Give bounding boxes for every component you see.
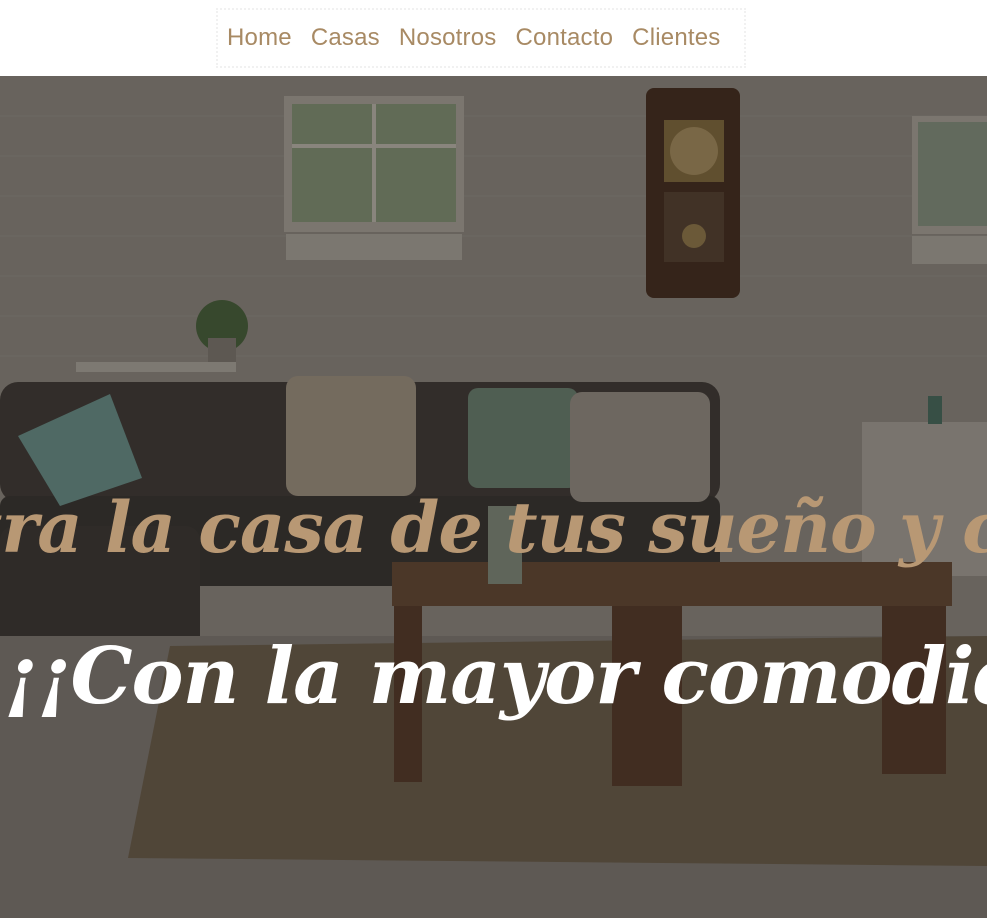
main-nav: Home Casas Nosotros Contacto Clientes bbox=[216, 8, 746, 68]
hero-banner: tra la casa de tus sueño y co ¡¡Con la m… bbox=[0, 76, 987, 918]
nav-clientes-link[interactable]: Clientes bbox=[632, 24, 720, 52]
hero-headline: tra la casa de tus sueño y co bbox=[0, 486, 987, 569]
top-bar: Home Casas Nosotros Contacto Clientes bbox=[0, 0, 987, 76]
nav-nosotros-link[interactable]: Nosotros bbox=[399, 24, 497, 52]
nav-contacto-link[interactable]: Contacto bbox=[516, 24, 614, 52]
nav-casas-link[interactable]: Casas bbox=[311, 24, 380, 52]
hero-subline: ¡¡Con la mayor comodidad bbox=[4, 631, 987, 722]
nav-home-link[interactable]: Home bbox=[227, 24, 292, 52]
